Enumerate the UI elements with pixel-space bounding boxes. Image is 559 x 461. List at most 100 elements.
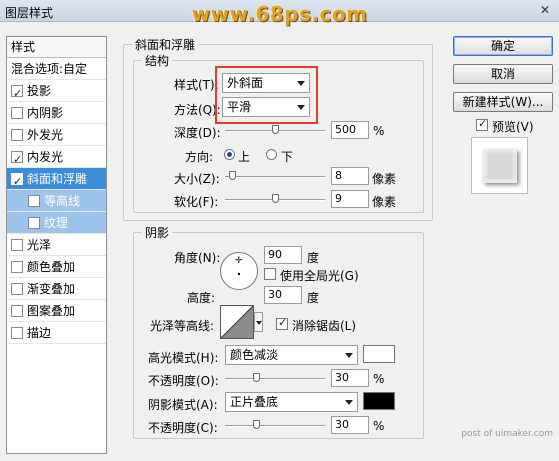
style-item-checkbox[interactable] [11, 260, 23, 273]
chevron-down-icon [256, 321, 262, 325]
chevron-down-icon [345, 400, 353, 405]
style-item-checkbox[interactable] [11, 282, 23, 295]
highlight-opacity-label: 不透明度(O): [148, 374, 219, 388]
depth-slider-thumb[interactable] [272, 125, 279, 134]
style-item[interactable]: 图案叠加 [7, 300, 106, 322]
style-item-label: 颜色叠加 [27, 259, 76, 274]
style-item[interactable]: 混合选项:自定 [7, 58, 106, 80]
angle-dial[interactable]: ✛ [220, 252, 258, 290]
preview-label: 预览(V) [492, 120, 534, 134]
watermark-text: www.68ps.com [191, 2, 368, 26]
direction-up-label: 上 [238, 150, 251, 164]
direction-down-radio[interactable] [266, 149, 277, 160]
title-bar: 图层样式 www.68ps.com ✕ [0, 0, 559, 26]
angle-input[interactable]: 90 [264, 246, 302, 264]
style-list: 样式 混合选项:自定投影内阴影外发光内发光斜面和浮雕等高线纹理光泽颜色叠加渐变叠… [6, 36, 107, 454]
style-item-checkbox[interactable] [11, 326, 23, 339]
antialias-checkbox[interactable] [276, 316, 288, 330]
antialias-label: 消除锯齿(L) [292, 319, 357, 333]
style-item-label: 斜面和浮雕 [27, 171, 88, 186]
direction-up-radio[interactable] [224, 149, 235, 160]
style-item-label: 图案叠加 [27, 303, 76, 318]
style-item-label: 混合选项:自定 [11, 61, 88, 76]
size-input[interactable]: 8 [331, 167, 369, 185]
style-item-label: 纹理 [44, 215, 69, 230]
style-item[interactable]: 渐变叠加 [7, 278, 106, 300]
soften-unit: 像素 [372, 195, 397, 209]
footer-watermark: post of uimaker.com [461, 429, 553, 439]
style-item-checkbox[interactable] [11, 238, 23, 251]
style-item-checkbox[interactable] [11, 171, 23, 193]
angle-center-dot [238, 273, 240, 275]
style-item-label: 渐变叠加 [27, 281, 76, 296]
style-list-header[interactable]: 样式 [7, 37, 106, 58]
highlight-opacity-input[interactable]: 30 [331, 369, 369, 387]
depth-input[interactable]: 500 [331, 121, 369, 139]
structure-title: 结构 [145, 54, 170, 68]
style-item-checkbox[interactable] [11, 83, 23, 105]
soften-label: 软化(F): [174, 195, 219, 209]
highlight-opacity-thumb[interactable] [253, 373, 260, 382]
shadow-opacity-unit: % [373, 419, 385, 433]
shadow-mode-select[interactable]: 正片叠底 [225, 392, 358, 412]
style-item-label: 内阴影 [27, 105, 64, 120]
contour-curve-icon [220, 305, 254, 339]
shadow-opacity-input[interactable]: 30 [331, 416, 369, 434]
style-item[interactable]: 光泽 [7, 234, 106, 256]
style-item[interactable]: 纹理 [7, 212, 106, 234]
highlight-opacity-slider[interactable] [225, 373, 325, 382]
style-item[interactable]: 投影 [7, 80, 106, 105]
close-icon[interactable]: ✕ [537, 3, 553, 18]
highlight-opacity-unit: % [373, 372, 385, 386]
gloss-contour-preview[interactable] [220, 305, 254, 339]
new-style-button[interactable]: 新建样式(W)... [453, 92, 553, 112]
cancel-button[interactable]: 取消 [453, 64, 553, 84]
style-label: 样式(T): [174, 78, 219, 92]
style-item[interactable]: 内发光 [7, 146, 106, 171]
style-item-checkbox[interactable] [11, 149, 23, 171]
angle-unit: 度 [307, 251, 320, 265]
highlight-mode-select[interactable]: 颜色减淡 [225, 345, 358, 365]
highlight-color-swatch[interactable] [363, 345, 395, 363]
altitude-input[interactable]: 30 [264, 286, 302, 304]
style-item-checkbox[interactable] [28, 216, 40, 229]
ok-button[interactable]: 确定 [453, 36, 553, 56]
size-unit: 像素 [372, 172, 397, 186]
highlight-mode-label: 高光模式(H): [148, 351, 219, 365]
style-item-label: 投影 [27, 83, 52, 98]
contour-dropdown[interactable] [254, 312, 263, 332]
soften-input[interactable]: 9 [331, 190, 369, 208]
shadow-color-swatch[interactable] [363, 392, 395, 410]
shadow-opacity-thumb[interactable] [253, 420, 260, 429]
gloss-contour-label: 光泽等高线: [150, 319, 215, 333]
depth-slider[interactable] [225, 125, 325, 134]
style-item[interactable]: 等高线 [7, 190, 106, 212]
shadow-opacity-slider[interactable] [225, 420, 325, 429]
chevron-down-icon [345, 353, 353, 358]
style-item-checkbox[interactable] [11, 304, 23, 317]
style-item-checkbox[interactable] [11, 128, 23, 141]
direction-label: 方向: [185, 150, 214, 164]
style-item[interactable]: 描边 [7, 322, 106, 344]
style-item[interactable]: 斜面和浮雕 [7, 168, 106, 193]
size-slider[interactable] [225, 171, 325, 180]
global-light-checkbox[interactable] [264, 268, 276, 280]
style-item[interactable]: 内阴影 [7, 102, 106, 124]
soften-slider-thumb[interactable] [272, 194, 279, 203]
style-item[interactable]: 颜色叠加 [7, 256, 106, 278]
style-item-label: 外发光 [27, 127, 64, 142]
style-item-checkbox[interactable] [28, 194, 40, 207]
angle-label: 角度(N): [174, 251, 221, 265]
shadow-mode-value: 正片叠底 [230, 395, 279, 409]
depth-unit: % [373, 124, 385, 138]
soften-slider[interactable] [225, 194, 325, 203]
shading-title: 阴影 [145, 226, 170, 240]
altitude-label: 高度: [187, 291, 216, 305]
preview-checkbox[interactable] [476, 117, 488, 131]
style-item-label: 描边 [27, 325, 52, 340]
highlight-mode-value: 颜色减淡 [230, 348, 279, 362]
size-slider-thumb[interactable] [229, 171, 236, 180]
altitude-unit: 度 [307, 291, 320, 305]
style-item-checkbox[interactable] [11, 106, 23, 119]
style-item[interactable]: 外发光 [7, 124, 106, 146]
